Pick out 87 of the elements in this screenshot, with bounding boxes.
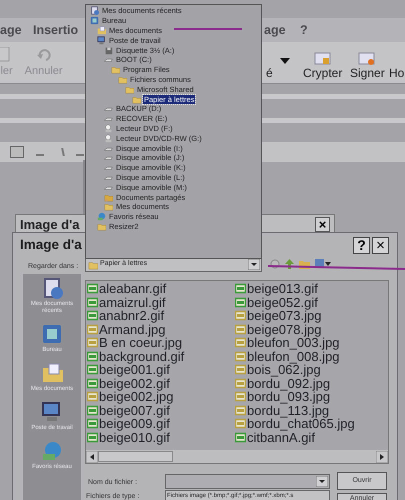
file-item[interactable]: beige078.jpg	[247, 322, 322, 336]
photo-file-icon	[235, 378, 246, 389]
disc-drive-icon	[104, 124, 113, 133]
window-title: Image d'a	[20, 238, 82, 252]
image-file-icon	[235, 296, 246, 308]
file-item[interactable]: anabnr2.gif	[99, 309, 164, 322]
photo-file-icon	[87, 337, 98, 348]
photo-file-icon	[235, 364, 246, 376]
folder-icon	[97, 222, 106, 231]
menu-item[interactable]: ?	[300, 21, 308, 40]
view-menu-icon[interactable]	[315, 259, 331, 269]
dropdown-arrow-icon[interactable]	[280, 57, 290, 65]
image-file-icon	[87, 418, 98, 430]
file-item[interactable]: bordu_113.jpg	[247, 404, 330, 417]
photo-file-icon	[235, 404, 246, 416]
file-item[interactable]: citbannA.gif	[247, 430, 315, 444]
window-title: Image d'a	[20, 218, 80, 230]
photo-file-icon	[87, 391, 98, 402]
file-item[interactable]: beige010.gif	[99, 430, 170, 444]
image-file-icon	[87, 432, 98, 443]
file-item[interactable]: beige013.gif	[247, 282, 318, 296]
file-item[interactable]: beige073.jpg	[247, 309, 322, 322]
dropdown-arrow-icon	[316, 476, 328, 487]
file-item[interactable]: beige007.gif	[99, 404, 170, 417]
shared-folder-icon	[104, 192, 113, 202]
desktop-icon	[41, 323, 63, 345]
toolbar-button[interactable]: é	[266, 67, 273, 79]
disc-drive-icon	[104, 134, 113, 143]
menu-item[interactable]: age	[0, 21, 22, 40]
file-item[interactable]: bordu_093.jpg	[247, 390, 330, 404]
computer-icon	[97, 36, 106, 45]
photo-file-icon	[235, 310, 246, 322]
network-icon	[97, 212, 106, 222]
photo-file-icon	[87, 324, 98, 335]
file-item[interactable]: background.gif	[99, 350, 184, 363]
file-item[interactable]: bordu_chat065.jpg	[247, 417, 355, 430]
file-item[interactable]: beige052.gif	[247, 296, 318, 309]
image-file-icon	[87, 350, 98, 362]
close-button[interactable]: ×	[372, 236, 389, 254]
image-file-icon	[87, 404, 98, 416]
menu-item[interactable]: Insertio	[33, 21, 78, 40]
photo-file-icon	[235, 418, 246, 430]
image-file-icon	[87, 378, 98, 389]
toolbar-button[interactable]: Crypter	[303, 51, 342, 79]
file-item[interactable]: Armand.jpg	[99, 322, 166, 336]
file-item[interactable]: beige002.jpg	[99, 390, 174, 404]
recent-documents-icon	[90, 6, 99, 16]
network-icon	[41, 440, 63, 462]
dropdown-arrow-icon	[248, 259, 260, 270]
file-item[interactable]: beige001.gif	[99, 363, 170, 376]
image-file-icon	[87, 283, 98, 294]
annotation-stroke	[173, 27, 243, 31]
undo-icon	[36, 46, 52, 62]
image-file-icon	[87, 364, 98, 376]
scroll-right-icon[interactable]	[376, 450, 388, 462]
image-file-icon	[87, 296, 98, 308]
image-file-icon	[235, 283, 246, 294]
close-button[interactable]: ×	[315, 216, 330, 232]
photo-file-icon	[235, 324, 246, 335]
documents-folder-icon	[41, 362, 63, 384]
file-item[interactable]: beige002.gif	[99, 376, 170, 390]
toolbar-button[interactable]: Signer	[350, 51, 385, 79]
image-file-icon	[235, 432, 246, 443]
recent-documents-icon	[41, 277, 63, 299]
menu-item[interactable]: age	[264, 21, 286, 40]
horizontal-scrollbar[interactable]	[86, 450, 388, 463]
file-item[interactable]: bois_062.jpg	[247, 363, 321, 376]
help-button[interactable]: ?	[353, 236, 370, 254]
file-item[interactable]: bordu_092.jpg	[247, 376, 330, 390]
file-item[interactable]: beige009.gif	[99, 417, 170, 430]
file-item[interactable]: amaizrul.gif	[99, 296, 166, 309]
computer-icon	[41, 401, 63, 423]
documents-folder-icon	[97, 26, 106, 35]
image-file-icon	[87, 310, 98, 322]
photo-file-icon	[235, 337, 246, 348]
file-item[interactable]: bleufon_003.jpg	[247, 336, 340, 350]
desktop-icon	[90, 16, 99, 26]
up-arrow-icon[interactable]	[285, 259, 294, 269]
photo-file-icon	[235, 350, 246, 362]
scroll-left-icon[interactable]	[86, 450, 98, 462]
photo-file-icon	[235, 391, 246, 402]
folder-icon	[104, 202, 113, 212]
file-name-field[interactable]	[165, 474, 330, 489]
file-item[interactable]: bleufon_008.jpg	[247, 350, 340, 363]
file-item[interactable]: B en coeur.jpg	[99, 336, 182, 350]
file-item[interactable]: aleabanr.gif	[99, 282, 166, 296]
toolbar-button[interactable]: Ho	[389, 67, 404, 79]
